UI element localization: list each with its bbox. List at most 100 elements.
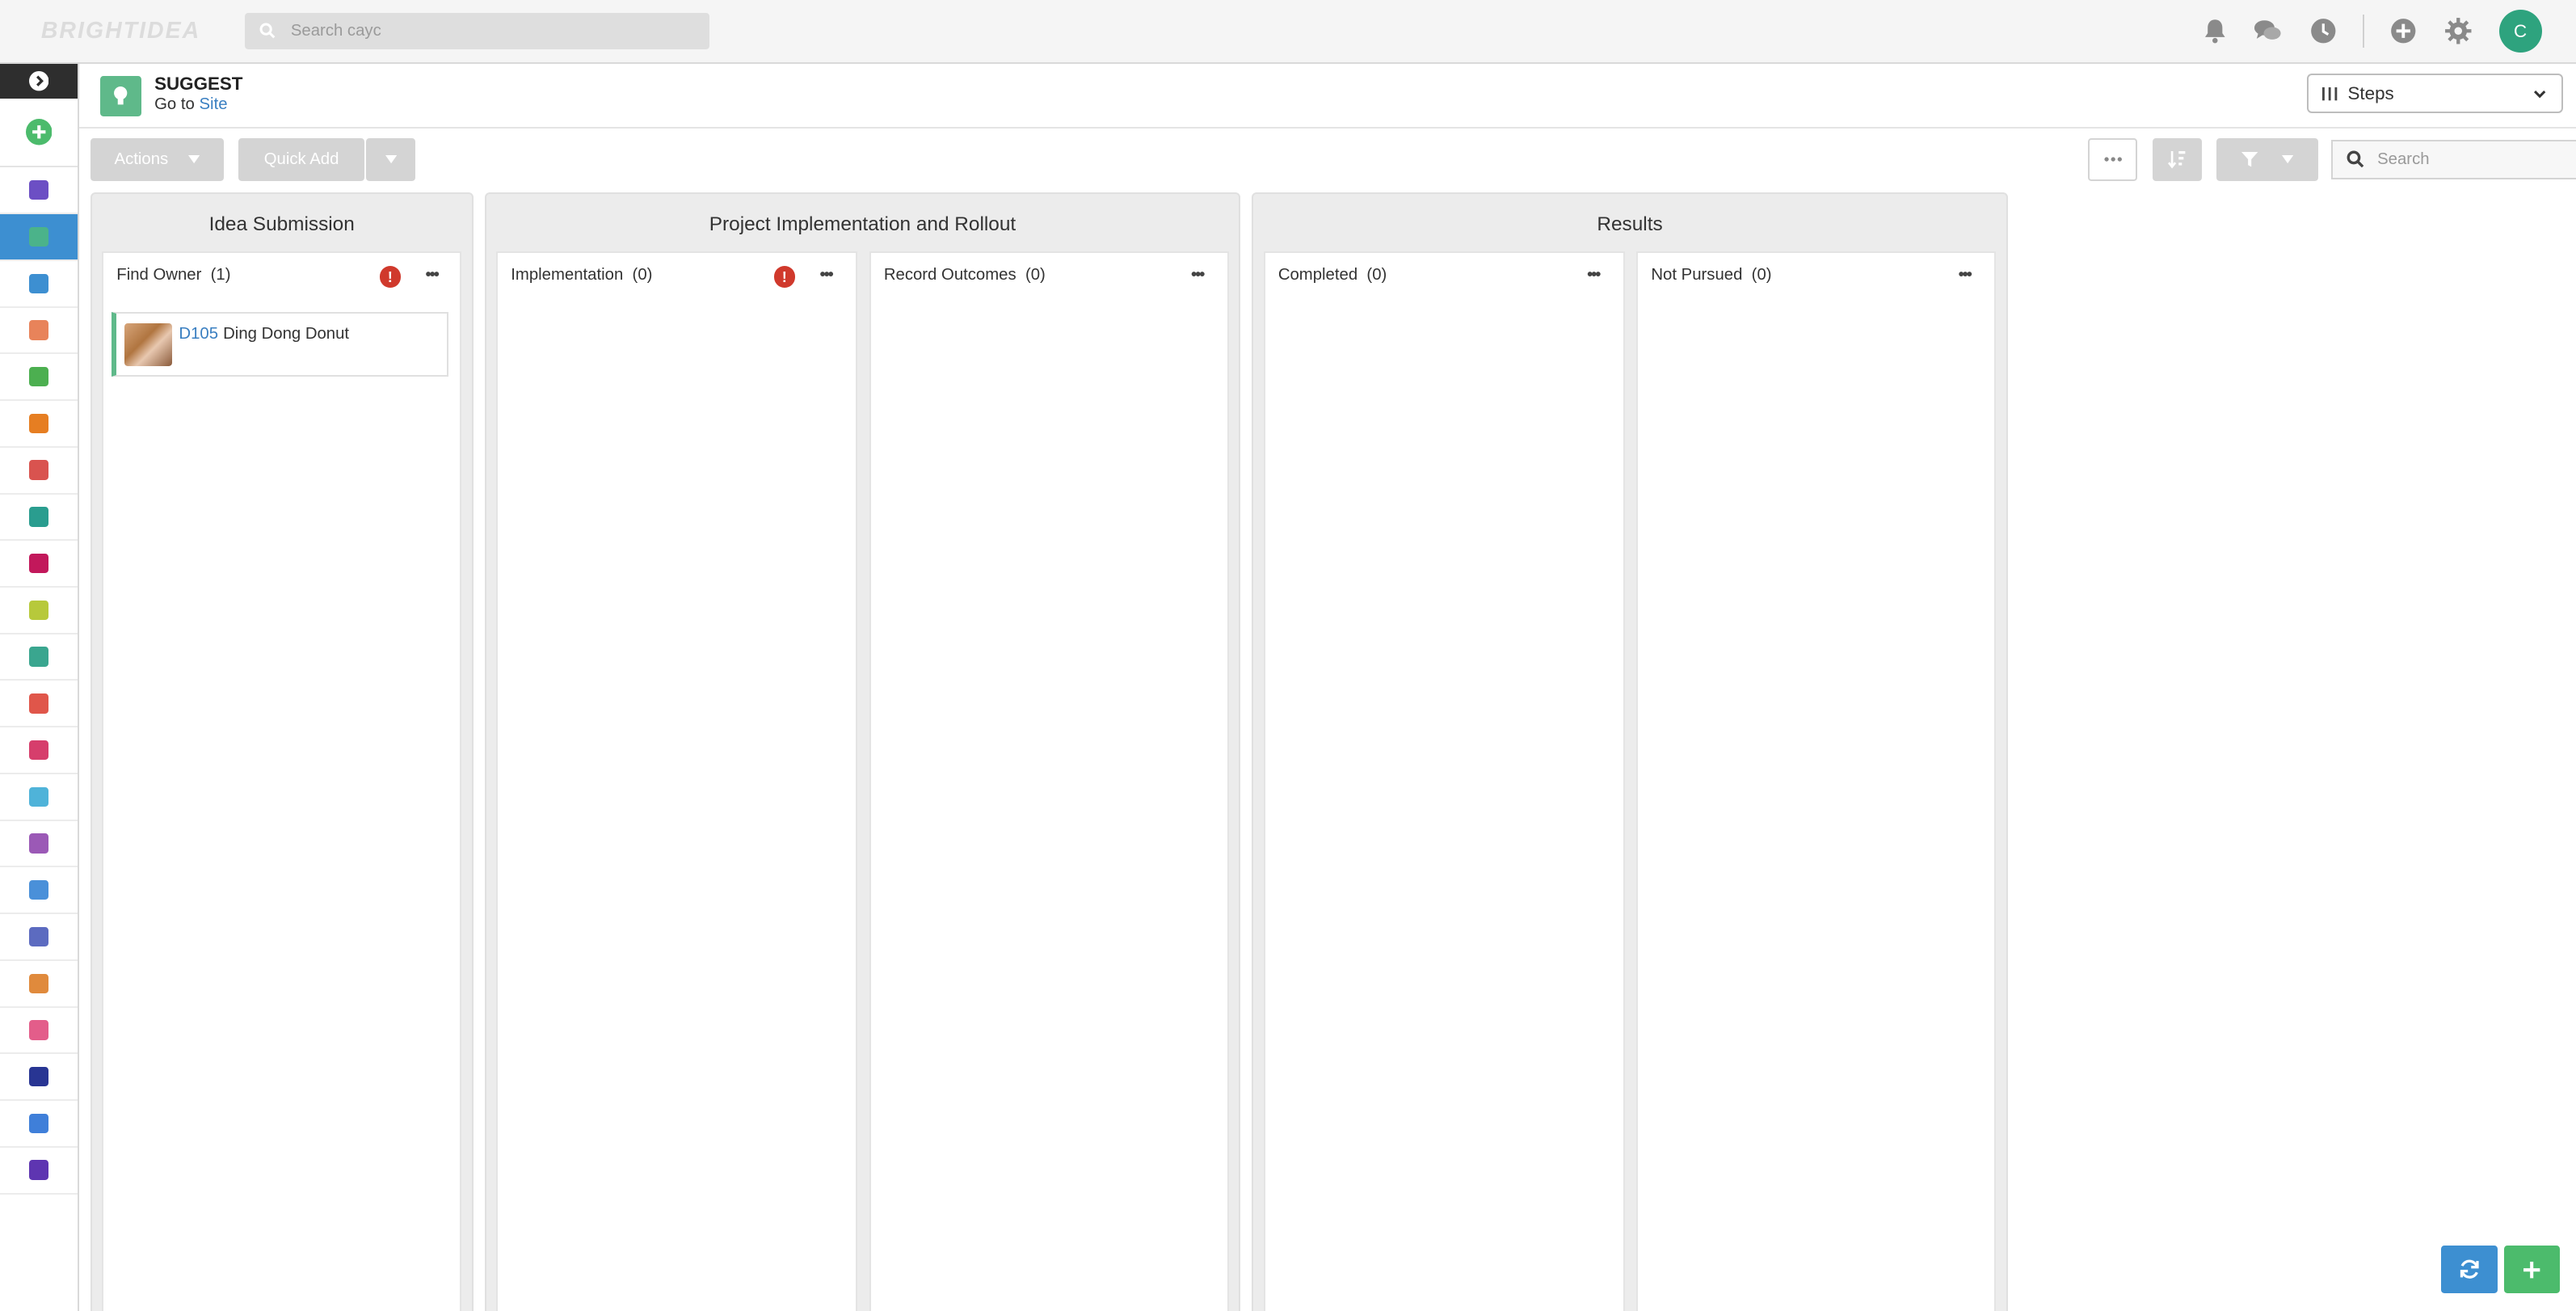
column-more-button[interactable]: •••: [1191, 266, 1205, 285]
column-more-button[interactable]: •••: [1959, 266, 1972, 285]
app-icon: [28, 926, 48, 947]
sidebar-app-item[interactable]: [0, 401, 78, 448]
column-title: Completed (0): [1278, 266, 1387, 285]
sidebar-app-item[interactable]: [0, 448, 78, 495]
app-icon: [28, 1067, 48, 1087]
column-more-button[interactable]: •••: [1587, 266, 1601, 285]
sidebar-app-item[interactable]: [0, 541, 78, 588]
board-toolbar: Actions Quick Add Search: [79, 129, 2576, 194]
bell-icon[interactable]: [2199, 15, 2232, 48]
column-title: Find Owner (1): [116, 266, 230, 285]
site-link[interactable]: Site: [200, 95, 228, 113]
column-title: Record Outcomes (0): [884, 266, 1046, 285]
app-icon: [28, 786, 48, 807]
sidebar-app-item[interactable]: [0, 495, 78, 542]
sidebar-app-item[interactable]: [0, 261, 78, 308]
app-icon: [28, 226, 48, 247]
sidebar-expand-button[interactable]: [0, 64, 78, 99]
sidebar-app-item[interactable]: [0, 914, 78, 961]
chevron-down-icon: [2534, 90, 2546, 99]
actions-label: Actions: [114, 150, 169, 168]
left-sidebar: [0, 64, 79, 1311]
idea-card[interactable]: D105 Ding Dong Donut: [112, 312, 448, 377]
sidebar-app-item[interactable]: [0, 1148, 78, 1195]
quick-add-dropdown-button[interactable]: [366, 137, 416, 181]
sidebar-app-item[interactable]: [0, 354, 78, 402]
refresh-button[interactable]: [2441, 1246, 2498, 1294]
caret-down-icon: [2282, 155, 2294, 164]
go-to-site: Go to Site: [154, 95, 227, 114]
app-icon: [28, 740, 48, 761]
app-root: BRIGHTIDEA Search cayc C SUGGEST Go to S…: [0, 0, 2576, 1311]
sidebar-app-item[interactable]: [0, 634, 78, 681]
column-count: (0): [1025, 266, 1046, 285]
column-name: Record Outcomes: [883, 266, 1017, 285]
sort-icon: [2167, 151, 2186, 169]
stage-group-results: Results Completed (0) ••• Not Pursued (0…: [1252, 192, 2008, 1311]
column-more-button[interactable]: •••: [820, 266, 834, 285]
column-not-pursued: Not Pursued (0) •••: [1636, 251, 1997, 1311]
app-icon: [28, 413, 48, 434]
sidebar-app-item[interactable]: [0, 681, 78, 728]
topbar-divider: [2362, 15, 2364, 48]
brand-logo: BRIGHTIDEA: [40, 18, 201, 44]
sidebar-app-item[interactable]: [0, 588, 78, 634]
quick-add-label: Quick Add: [263, 150, 339, 168]
sidebar-app-item[interactable]: [0, 821, 78, 868]
stage-group-project-implementation: Project Implementation and Rollout Imple…: [484, 192, 1241, 1311]
app-icon: [28, 320, 48, 340]
app-icon: [28, 693, 48, 714]
columns-icon: [2322, 86, 2338, 101]
column-name: Find Owner: [116, 266, 202, 285]
actions-button[interactable]: Actions: [90, 137, 224, 181]
filter-icon: [2241, 152, 2258, 167]
sidebar-app-item[interactable]: [0, 1054, 78, 1102]
column-count: (1): [210, 266, 231, 285]
column-name: Implementation: [511, 266, 624, 285]
sidebar-app-item[interactable]: [0, 167, 78, 215]
sidebar-add-button[interactable]: [0, 99, 78, 168]
app-header: SUGGEST Go to Site Steps: [78, 64, 2576, 129]
quick-add-button[interactable]: Quick Add: [238, 137, 365, 181]
stage-group-title: Results: [1597, 213, 1663, 236]
app-icon: [28, 1160, 48, 1180]
caret-down-icon: [187, 155, 200, 164]
sidebar-app-item[interactable]: [0, 214, 78, 261]
board-search-placeholder: Search: [2377, 150, 2430, 168]
sidebar-app-item[interactable]: [0, 727, 78, 774]
global-search-input[interactable]: Search cayc: [244, 13, 710, 49]
chevron-right-icon: [28, 71, 48, 91]
sidebar-app-item[interactable]: [0, 308, 78, 355]
sidebar-app-item[interactable]: [0, 1008, 78, 1055]
column-implementation: Implementation (0) ! •••: [496, 251, 858, 1311]
chat-icon[interactable]: [2251, 15, 2284, 48]
clock-icon[interactable]: [2307, 15, 2340, 48]
stage-group-idea-submission: Idea Submission Find Owner (1) ! ••• D10…: [90, 192, 474, 1311]
app-icon: [28, 273, 48, 293]
app-title: SUGGEST: [154, 74, 243, 95]
top-bar: BRIGHTIDEA Search cayc C: [0, 0, 2576, 65]
app-icon: [28, 880, 48, 900]
view-selector[interactable]: Steps: [2306, 74, 2563, 114]
add-idea-button[interactable]: [2503, 1246, 2560, 1294]
board-search-input[interactable]: Search: [2331, 139, 2576, 179]
sidebar-app-item[interactable]: [0, 961, 78, 1008]
warning-icon: !: [773, 266, 796, 288]
view-selector-label: Steps: [2347, 82, 2394, 103]
sidebar-app-item[interactable]: [0, 774, 78, 821]
filter-button[interactable]: [2216, 137, 2318, 181]
stage-group-title: Idea Submission: [208, 213, 355, 236]
app-icon: [28, 507, 48, 527]
idea-id-link[interactable]: D105: [179, 325, 218, 343]
sidebar-app-item[interactable]: [0, 1101, 78, 1148]
gear-icon[interactable]: [2441, 15, 2474, 48]
plus-icon: [2523, 1261, 2540, 1278]
more-options-button[interactable]: [2088, 137, 2138, 181]
plus-circle-icon[interactable]: [2387, 15, 2420, 48]
sort-button[interactable]: [2152, 137, 2202, 181]
sidebar-app-item[interactable]: [0, 867, 78, 915]
user-avatar[interactable]: C: [2498, 10, 2542, 53]
idea-thumbnail: [124, 323, 173, 367]
column-more-button[interactable]: •••: [426, 266, 440, 285]
search-icon: [259, 23, 276, 39]
